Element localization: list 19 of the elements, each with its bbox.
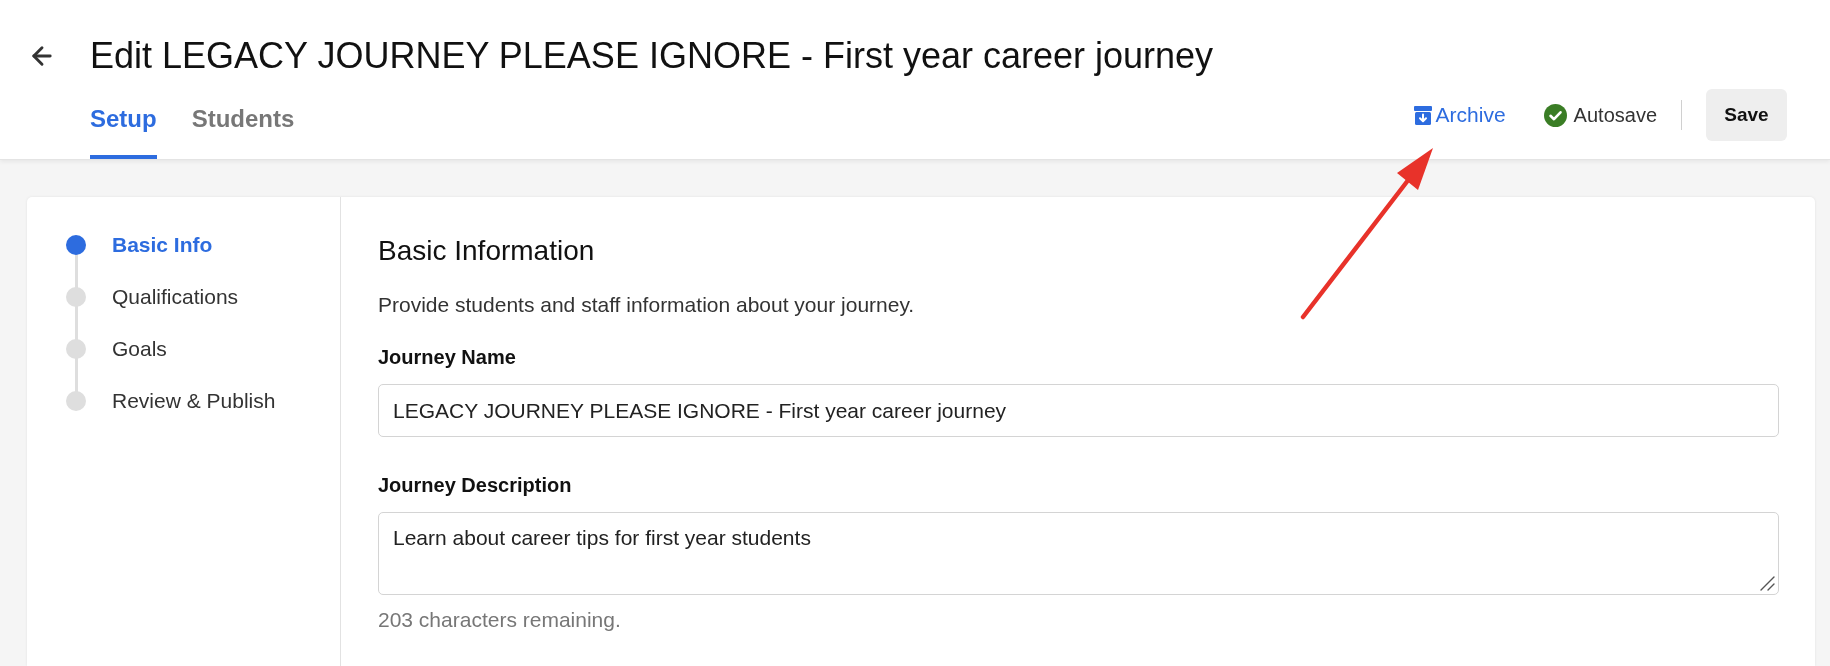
- textarea-field[interactable]: Learn about career tips for first year students: [378, 512, 1779, 595]
- page-title: Edit LEGACY JOURNEY PLEASE IGNORE - First year career journey: [90, 35, 1214, 77]
- resize-handle-icon[interactable]: [1760, 576, 1775, 591]
- step-item[interactable]: Qualifications: [112, 281, 239, 313]
- step-item[interactable]: Goals: [112, 333, 167, 365]
- archive-button[interactable]: Archive: [1413, 102, 1506, 128]
- tab[interactable]: Setup: [90, 82, 157, 159]
- save-button[interactable]: Save: [1706, 89, 1787, 141]
- helper-text: 203 characters remaining.: [378, 607, 622, 633]
- section-description: Provide students and staff information about your journey.: [378, 292, 916, 318]
- autosave-status: Autosave: [1573, 103, 1657, 128]
- text-input[interactable]: LEGACY JOURNEY PLEASE IGNORE - First year career journey: [378, 384, 1779, 437]
- tab[interactable]: Students: [191, 82, 295, 159]
- archive-box-icon: [1413, 105, 1432, 125]
- section-title: Basic Information: [378, 236, 596, 266]
- step-item[interactable]: Review & Publish: [112, 385, 276, 417]
- field-label: Journey Name: [378, 345, 517, 370]
- field-label: Journey Description: [378, 473, 573, 498]
- step-item[interactable]: Basic Info: [112, 229, 213, 261]
